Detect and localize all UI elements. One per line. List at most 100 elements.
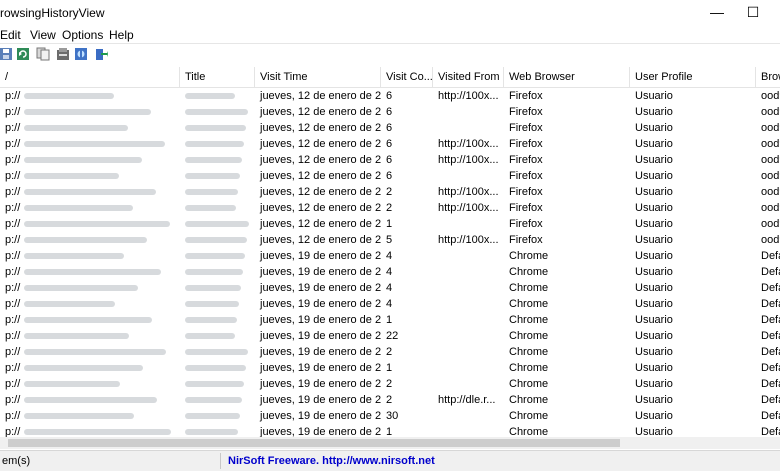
menu-view[interactable]: View — [30, 28, 56, 42]
redacted-title — [185, 413, 240, 420]
column-header-visit-time[interactable]: Visit Time — [255, 67, 381, 87]
cell-browser-profile: Defa — [761, 250, 780, 262]
table-row[interactable]: p:// jueves, 12 de enero de 2... 6 Firefox U… — [0, 168, 780, 184]
table-row[interactable]: p:// jueves, 12 de enero de 2... 6 http://1… — [0, 88, 780, 104]
cell-visit-count: 5 — [386, 234, 393, 246]
cell-web-browser: Chrome — [509, 298, 549, 310]
cell-visited-from — [433, 424, 504, 437]
table-row[interactable]: p:// jueves, 19 de enero de 2... 1 Chrome Us… — [0, 424, 780, 437]
cell-url: p:// — [0, 200, 180, 216]
redacted-url — [24, 413, 135, 420]
table-row[interactable]: p:// jueves, 19 de enero de 2... 4 Chrome Us… — [0, 248, 780, 264]
table-row[interactable]: p:// jueves, 19 de enero de 2... 4 Chrome Us… — [0, 264, 780, 280]
cell-visited-from: http://100x... — [438, 234, 499, 246]
redacted-url — [24, 221, 171, 228]
redacted-url — [24, 253, 125, 260]
nirsoft-link[interactable]: NirSoft Freeware. http://www.nirsoft.net — [228, 451, 435, 471]
table-row[interactable]: p:// jueves, 12 de enero de 2... 2 http://1… — [0, 184, 780, 200]
maximize-button[interactable]: ☐ — [740, 2, 766, 22]
cell-user-profile: Usuario — [635, 90, 673, 102]
table-row[interactable]: p:// jueves, 12 de enero de 2... 6 Firefox U… — [0, 104, 780, 120]
scrollbar-thumb[interactable] — [8, 439, 620, 447]
cell-visit-time: jueves, 19 de enero de 2... — [260, 346, 381, 358]
table-row[interactable]: p:// jueves, 19 de enero de 2... 4 Chrome Us… — [0, 280, 780, 296]
menu-options[interactable]: Options — [62, 28, 103, 42]
cell-browser-profile: Defa — [761, 394, 780, 406]
redacted-url — [24, 317, 153, 324]
cell-browser-profile: Defa — [761, 410, 780, 422]
redacted-title — [185, 285, 241, 292]
table-row[interactable]: p:// jueves, 19 de enero de 2... 1 Chrome Us… — [0, 312, 780, 328]
horizontal-scrollbar[interactable] — [0, 437, 780, 449]
cell-visit-count: 2 — [386, 394, 393, 406]
redacted-title — [185, 237, 247, 244]
table-row[interactable]: p:// jueves, 19 de enero de 2... 2 http://d… — [0, 392, 780, 408]
table-row[interactable]: p:// jueves, 19 de enero de 2... 1 Chrome Us… — [0, 360, 780, 376]
cell-web-browser: Chrome — [509, 346, 549, 358]
cell-visit-time: jueves, 12 de enero de 2... — [260, 170, 381, 182]
cell-web-browser: Chrome — [509, 410, 549, 422]
redacted-title — [185, 93, 235, 100]
table-row[interactable]: p:// jueves, 12 de enero de 2... 6 http://1… — [0, 152, 780, 168]
redacted-url — [24, 333, 130, 340]
table-row[interactable]: p:// jueves, 12 de enero de 2... 1 Firefox U… — [0, 216, 780, 232]
url-prefix: p:// — [5, 378, 21, 390]
cell-visit-time: jueves, 12 de enero de 2... — [260, 218, 381, 230]
menu-help[interactable]: Help — [109, 28, 134, 42]
toolbar — [0, 43, 780, 68]
cell-visit-time: jueves, 19 de enero de 2... — [260, 362, 381, 374]
cell-visit-time: jueves, 19 de enero de 2... — [260, 410, 381, 422]
cell-user-profile: Usuario — [635, 122, 673, 134]
cell-user-profile: Usuario — [635, 410, 673, 422]
column-header-visit-count[interactable]: Visit Co... — [381, 67, 433, 87]
table-row[interactable]: p:// jueves, 19 de enero de 2... 2 Chrome Us… — [0, 376, 780, 392]
exit-icon[interactable] — [94, 47, 108, 61]
url-prefix: p:// — [5, 426, 21, 437]
table-row[interactable]: p:// jueves, 12 de enero de 2... 6 http://1… — [0, 136, 780, 152]
cell-visited-from: http://100x... — [438, 138, 499, 150]
cell-visited-from: http://100x... — [438, 90, 499, 102]
save-icon[interactable] — [0, 47, 14, 61]
column-header-title[interactable]: Title — [180, 67, 255, 87]
redacted-url — [24, 285, 139, 292]
redacted-title — [185, 381, 244, 388]
cell-title — [180, 312, 255, 328]
cell-url: p:// — [0, 328, 180, 344]
table-row[interactable]: p:// jueves, 12 de enero de 2... 6 Firefox U… — [0, 120, 780, 136]
cell-browser-profile: Defa — [761, 426, 780, 437]
title-bar: rowsingHistoryView — ☐ — [0, 0, 780, 26]
cell-title — [180, 136, 255, 152]
cell-visit-count: 6 — [386, 106, 393, 118]
cell-visit-count: 1 — [386, 362, 393, 374]
column-header-user-profile[interactable]: User Profile — [630, 67, 756, 87]
table-row[interactable]: p:// jueves, 12 de enero de 2... 5 http://1… — [0, 232, 780, 248]
column-header-visited-from[interactable]: Visited From — [433, 67, 504, 87]
cell-title — [180, 168, 255, 184]
cell-visit-time: jueves, 19 de enero de 2... — [260, 426, 381, 437]
cell-title — [180, 152, 255, 168]
copy-icon[interactable] — [36, 47, 50, 61]
cell-visited-from — [433, 248, 504, 264]
table-row[interactable]: p:// jueves, 19 de enero de 2... 30 Chrome U… — [0, 408, 780, 424]
url-prefix: p:// — [5, 218, 21, 230]
redacted-title — [185, 173, 240, 180]
item-count: em(s) — [2, 455, 31, 467]
table-row[interactable]: p:// jueves, 19 de enero de 2... 22 Chrome U… — [0, 328, 780, 344]
cell-visit-time: jueves, 19 de enero de 2... — [260, 282, 381, 294]
table-row[interactable]: p:// jueves, 19 de enero de 2... 4 Chrome Us… — [0, 296, 780, 312]
cell-url: p:// — [0, 168, 180, 184]
cell-visit-count: 1 — [386, 426, 393, 437]
column-header-url[interactable]: / — [0, 67, 180, 87]
cell-browser-profile: Defa — [761, 346, 780, 358]
refresh-icon[interactable] — [16, 47, 30, 61]
table-row[interactable]: p:// jueves, 19 de enero de 2... 2 Chrome Us… — [0, 344, 780, 360]
column-header-web-browser[interactable]: Web Browser — [504, 67, 630, 87]
properties-icon[interactable] — [56, 47, 70, 61]
table-row[interactable]: p:// jueves, 12 de enero de 2... 2 http://1… — [0, 200, 780, 216]
cell-url: p:// — [0, 104, 180, 120]
menu-edit[interactable]: Edit — [0, 28, 21, 42]
cell-visit-time: jueves, 19 de enero de 2... — [260, 250, 381, 262]
html-report-icon[interactable] — [74, 47, 88, 61]
column-header-browser-profile[interactable]: Brow — [756, 67, 780, 87]
minimize-button[interactable]: — — [704, 2, 730, 22]
